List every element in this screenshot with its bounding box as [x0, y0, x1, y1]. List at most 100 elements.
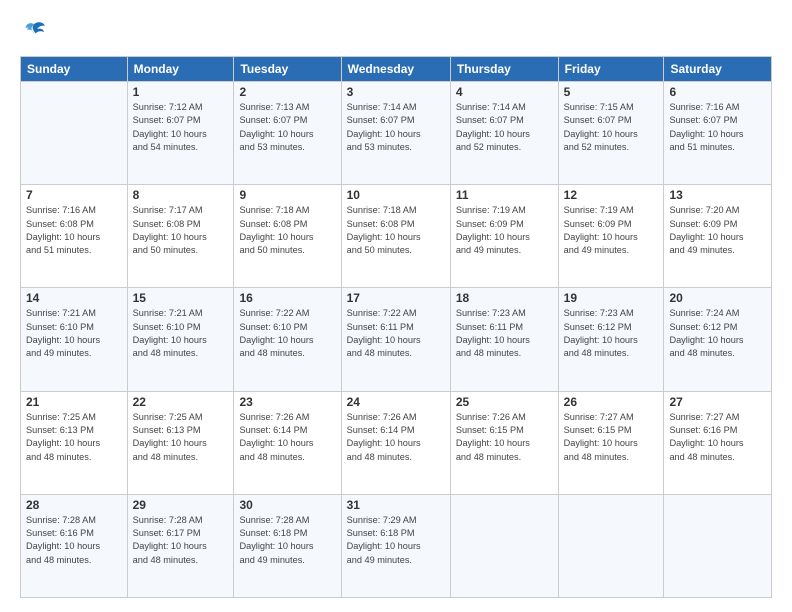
day-cell: 29 Sunrise: 7:28 AM Sunset: 6:17 PM Dayli…: [127, 494, 234, 597]
day-info: Sunrise: 7:14 AM Sunset: 6:07 PM Dayligh…: [456, 101, 553, 154]
day-cell: 20 Sunrise: 7:24 AM Sunset: 6:12 PM Dayli…: [664, 288, 772, 391]
week-row-3: 14 Sunrise: 7:21 AM Sunset: 6:10 PM Dayli…: [21, 288, 772, 391]
day-number: 30: [239, 498, 335, 512]
day-info: Sunrise: 7:19 AM Sunset: 6:09 PM Dayligh…: [456, 204, 553, 257]
calendar-header-row: SundayMondayTuesdayWednesdayThursdayFrid…: [21, 57, 772, 82]
day-cell: 16Sunrise: 7:22 AM Sunset: 6:10 PM Dayli…: [234, 288, 341, 391]
day-cell: 23 Sunrise: 7:26 AM Sunset: 6:14 PM Dayli…: [234, 391, 341, 494]
day-cell: 26Sunrise: 7:27 AM Sunset: 6:15 PM Dayli…: [558, 391, 664, 494]
day-info: Sunrise: 7:26 AM Sunset: 6:14 PM Dayligh…: [347, 411, 445, 464]
logo-icon: [20, 18, 48, 46]
logo: [20, 18, 52, 46]
day-info: Sunrise: 7:20 AM Sunset: 6:09 PM Dayligh…: [669, 204, 766, 257]
day-number: 20: [669, 291, 766, 305]
day-number: 18: [456, 291, 553, 305]
day-number: 12: [564, 188, 659, 202]
day-cell: 7 Sunrise: 7:16 AM Sunset: 6:08 PM Daylig…: [21, 185, 128, 288]
day-number: 19: [564, 291, 659, 305]
day-info: Sunrise: 7:28 AM Sunset: 6:17 PM Dayligh…: [133, 514, 229, 567]
day-number: 25: [456, 395, 553, 409]
day-number: 16: [239, 291, 335, 305]
day-cell: 19 Sunrise: 7:23 AM Sunset: 6:12 PM Dayli…: [558, 288, 664, 391]
day-cell: 5Sunrise: 7:15 AM Sunset: 6:07 PM Daylig…: [558, 82, 664, 185]
day-cell: 8 Sunrise: 7:17 AM Sunset: 6:08 PM Daylig…: [127, 185, 234, 288]
column-header-saturday: Saturday: [664, 57, 772, 82]
day-cell: 25 Sunrise: 7:26 AM Sunset: 6:15 PM Dayli…: [450, 391, 558, 494]
day-info: Sunrise: 7:23 AM Sunset: 6:12 PM Dayligh…: [564, 307, 659, 360]
header: [20, 18, 772, 46]
day-cell: 30 Sunrise: 7:28 AM Sunset: 6:18 PM Dayli…: [234, 494, 341, 597]
day-cell: 11 Sunrise: 7:19 AM Sunset: 6:09 PM Dayli…: [450, 185, 558, 288]
day-cell: 31 Sunrise: 7:29 AM Sunset: 6:18 PM Dayli…: [341, 494, 450, 597]
day-number: 21: [26, 395, 122, 409]
day-info: Sunrise: 7:19 AM Sunset: 6:09 PM Dayligh…: [564, 204, 659, 257]
day-number: 29: [133, 498, 229, 512]
day-info: Sunrise: 7:28 AM Sunset: 6:16 PM Dayligh…: [26, 514, 122, 567]
day-number: 24: [347, 395, 445, 409]
day-info: Sunrise: 7:28 AM Sunset: 6:18 PM Dayligh…: [239, 514, 335, 567]
day-number: 7: [26, 188, 122, 202]
day-cell: 2 Sunrise: 7:13 AM Sunset: 6:07 PM Daylig…: [234, 82, 341, 185]
day-info: Sunrise: 7:12 AM Sunset: 6:07 PM Dayligh…: [133, 101, 229, 154]
day-info: Sunrise: 7:27 AM Sunset: 6:15 PM Dayligh…: [564, 411, 659, 464]
day-info: Sunrise: 7:16 AM Sunset: 6:08 PM Dayligh…: [26, 204, 122, 257]
column-header-wednesday: Wednesday: [341, 57, 450, 82]
day-cell: 4 Sunrise: 7:14 AM Sunset: 6:07 PM Daylig…: [450, 82, 558, 185]
day-cell: 9Sunrise: 7:18 AM Sunset: 6:08 PM Daylig…: [234, 185, 341, 288]
day-cell: 14 Sunrise: 7:21 AM Sunset: 6:10 PM Dayli…: [21, 288, 128, 391]
day-info: Sunrise: 7:17 AM Sunset: 6:08 PM Dayligh…: [133, 204, 229, 257]
day-cell: 1 Sunrise: 7:12 AM Sunset: 6:07 PM Daylig…: [127, 82, 234, 185]
page: SundayMondayTuesdayWednesdayThursdayFrid…: [0, 0, 792, 612]
day-number: 6: [669, 85, 766, 99]
week-row-1: 1 Sunrise: 7:12 AM Sunset: 6:07 PM Daylig…: [21, 82, 772, 185]
day-number: 3: [347, 85, 445, 99]
column-header-friday: Friday: [558, 57, 664, 82]
day-info: Sunrise: 7:25 AM Sunset: 6:13 PM Dayligh…: [26, 411, 122, 464]
day-cell: 10Sunrise: 7:18 AM Sunset: 6:08 PM Dayli…: [341, 185, 450, 288]
day-cell: [21, 82, 128, 185]
day-info: Sunrise: 7:21 AM Sunset: 6:10 PM Dayligh…: [133, 307, 229, 360]
day-number: 1: [133, 85, 229, 99]
day-number: 27: [669, 395, 766, 409]
day-cell: 22 Sunrise: 7:25 AM Sunset: 6:13 PM Dayli…: [127, 391, 234, 494]
day-number: 31: [347, 498, 445, 512]
day-info: Sunrise: 7:26 AM Sunset: 6:14 PM Dayligh…: [239, 411, 335, 464]
day-number: 14: [26, 291, 122, 305]
day-cell: 18Sunrise: 7:23 AM Sunset: 6:11 PM Dayli…: [450, 288, 558, 391]
week-row-5: 28 Sunrise: 7:28 AM Sunset: 6:16 PM Dayli…: [21, 494, 772, 597]
day-info: Sunrise: 7:14 AM Sunset: 6:07 PM Dayligh…: [347, 101, 445, 154]
day-cell: 21 Sunrise: 7:25 AM Sunset: 6:13 PM Dayli…: [21, 391, 128, 494]
day-number: 11: [456, 188, 553, 202]
day-number: 28: [26, 498, 122, 512]
day-cell: 15 Sunrise: 7:21 AM Sunset: 6:10 PM Dayli…: [127, 288, 234, 391]
day-cell: 6 Sunrise: 7:16 AM Sunset: 6:07 PM Daylig…: [664, 82, 772, 185]
day-number: 23: [239, 395, 335, 409]
day-number: 4: [456, 85, 553, 99]
day-number: 10: [347, 188, 445, 202]
day-info: Sunrise: 7:16 AM Sunset: 6:07 PM Dayligh…: [669, 101, 766, 154]
week-row-4: 21 Sunrise: 7:25 AM Sunset: 6:13 PM Dayli…: [21, 391, 772, 494]
day-cell: [664, 494, 772, 597]
day-info: Sunrise: 7:29 AM Sunset: 6:18 PM Dayligh…: [347, 514, 445, 567]
day-info: Sunrise: 7:22 AM Sunset: 6:11 PM Dayligh…: [347, 307, 445, 360]
day-number: 13: [669, 188, 766, 202]
day-info: Sunrise: 7:21 AM Sunset: 6:10 PM Dayligh…: [26, 307, 122, 360]
day-cell: 28 Sunrise: 7:28 AM Sunset: 6:16 PM Dayli…: [21, 494, 128, 597]
week-row-2: 7 Sunrise: 7:16 AM Sunset: 6:08 PM Daylig…: [21, 185, 772, 288]
day-info: Sunrise: 7:26 AM Sunset: 6:15 PM Dayligh…: [456, 411, 553, 464]
day-info: Sunrise: 7:27 AM Sunset: 6:16 PM Dayligh…: [669, 411, 766, 464]
day-cell: 24 Sunrise: 7:26 AM Sunset: 6:14 PM Dayli…: [341, 391, 450, 494]
day-cell: 17Sunrise: 7:22 AM Sunset: 6:11 PM Dayli…: [341, 288, 450, 391]
day-info: Sunrise: 7:13 AM Sunset: 6:07 PM Dayligh…: [239, 101, 335, 154]
day-number: 8: [133, 188, 229, 202]
day-cell: [450, 494, 558, 597]
day-info: Sunrise: 7:25 AM Sunset: 6:13 PM Dayligh…: [133, 411, 229, 464]
day-info: Sunrise: 7:15 AM Sunset: 6:07 PM Dayligh…: [564, 101, 659, 154]
day-number: 15: [133, 291, 229, 305]
day-info: Sunrise: 7:24 AM Sunset: 6:12 PM Dayligh…: [669, 307, 766, 360]
day-cell: 27 Sunrise: 7:27 AM Sunset: 6:16 PM Dayli…: [664, 391, 772, 494]
day-number: 2: [239, 85, 335, 99]
day-number: 22: [133, 395, 229, 409]
column-header-monday: Monday: [127, 57, 234, 82]
day-cell: [558, 494, 664, 597]
